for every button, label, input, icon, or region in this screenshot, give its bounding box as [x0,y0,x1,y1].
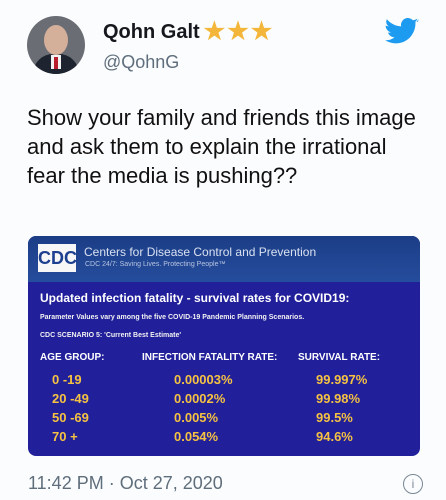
survival-cell: 99.997% [316,372,368,387]
star-icons: ★★★ [203,18,275,45]
embed-scenario: CDC SCENARIO 5: 'Current Best Estimate' [40,332,182,339]
tweet-timestamp[interactable]: 11:42 PM · Oct 27, 2020 [28,473,223,494]
rates-table: 0 -19 0.00003% 99.997% 20 -49 0.0002% 99… [28,372,420,448]
table-row: 70 + 0.054% 94.6% [28,429,420,448]
twitter-bird-icon [385,18,419,44]
ifr-cell: 0.00003% [174,372,233,387]
cdc-logo: CDC [38,244,77,272]
age-cell: 70 + [52,429,78,444]
author-name[interactable]: Qohn Galt [103,21,200,44]
header-age-group: AGE GROUP: [40,352,105,363]
age-cell: 20 -49 [52,391,89,406]
embed-title: Updated infection fatality - survival ra… [40,291,350,305]
author-name-row[interactable]: Qohn Galt ★★★ [103,20,274,44]
author-handle[interactable]: @QohnG [103,52,179,73]
table-row: 20 -49 0.0002% 99.98% [28,391,420,410]
survival-cell: 99.98% [316,391,361,406]
avatar-tie [54,57,58,69]
tweet-card: Qohn Galt ★★★ @QohnG Show your family an… [0,0,446,500]
header-survival: SURVIVAL RATE: [298,352,381,363]
embed-subtitle: Parameter Values vary among the five COV… [40,314,305,321]
age-cell: 50 -69 [52,410,89,425]
survival-cell: 94.6% [316,429,353,444]
info-icon[interactable]: i [403,474,423,494]
tweet-text: Show your family and friends this image … [27,105,416,188]
ifr-cell: 0.005% [174,410,219,425]
table-row: 0 -19 0.00003% 99.997% [28,372,420,391]
embedded-cdc-image[interactable]: CDC Centers for Disease Control and Prev… [28,236,420,456]
ifr-cell: 0.0002% [174,391,226,406]
survival-cell: 99.5% [316,410,353,425]
avatar[interactable] [27,16,85,74]
age-cell: 0 -19 [52,372,82,387]
header-ifr: INFECTION FATALITY RATE: [142,352,278,363]
table-row: 50 -69 0.005% 99.5% [28,410,420,429]
cdc-tagline: CDC 24/7: Saving Lives. Protecting Peopl… [85,261,226,268]
ifr-cell: 0.054% [174,429,219,444]
avatar-head [44,25,68,55]
cdc-org-name: Centers for Disease Control and Preventi… [84,245,317,259]
cdc-header-band: CDC Centers for Disease Control and Prev… [28,236,420,282]
